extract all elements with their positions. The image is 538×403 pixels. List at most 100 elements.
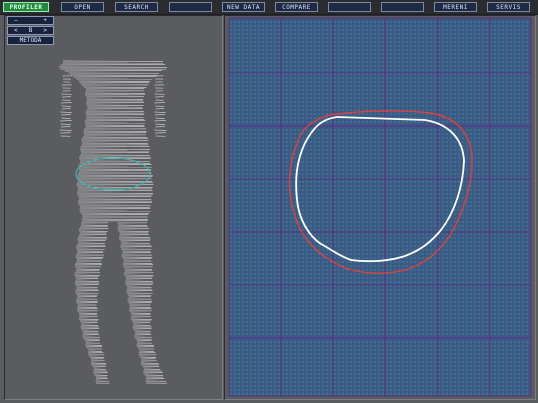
mesh-scanline	[126, 278, 153, 280]
mesh-scanline	[85, 102, 145, 104]
body-mesh	[58, 60, 168, 384]
metoda-button[interactable]: METODA	[7, 36, 54, 45]
mesh-scanline	[77, 174, 153, 176]
mesh-scanline	[78, 164, 152, 166]
mereni-button[interactable]: MERENI	[434, 2, 477, 12]
mesh-scanline	[126, 290, 153, 292]
mesh-scanline	[144, 374, 164, 376]
body-mesh-canvas	[58, 60, 168, 384]
mesh-scanline	[130, 312, 151, 314]
servis-button[interactable]: SERVIS	[487, 2, 530, 12]
mesh-scanline	[118, 230, 149, 232]
mesh-scanline	[81, 324, 98, 326]
mesh-scanline	[74, 274, 100, 276]
mesh-scanline	[75, 280, 99, 282]
prev-arrow-icon[interactable]: <	[14, 27, 18, 35]
mesh-scanline	[76, 246, 106, 248]
plus-button[interactable]: +	[43, 17, 47, 25]
mesh-scanline	[75, 256, 104, 258]
mesh-scanline	[123, 262, 153, 264]
mesh-scanline	[85, 340, 100, 342]
mesh-scanline	[82, 334, 100, 336]
mesh-scanline	[79, 208, 151, 210]
open-button[interactable]: OPEN	[61, 2, 104, 12]
mesh-scanline	[143, 372, 164, 374]
mesh-scanline	[121, 256, 153, 258]
search-button[interactable]: SEARCH	[115, 2, 158, 12]
mesh-scanline	[63, 60, 163, 62]
mesh-scanline	[134, 334, 152, 336]
mesh-scanline	[129, 306, 151, 308]
mesh-scanline	[119, 234, 149, 236]
new-data-button[interactable]: NEW DATA	[222, 2, 265, 12]
mesh-scanline	[61, 105, 71, 107]
mesh-scanline	[61, 108, 71, 110]
mesh-scanline	[84, 120, 146, 122]
mesh-scanline	[79, 230, 108, 232]
mesh-scanline	[133, 324, 151, 326]
mesh-scanline	[139, 350, 154, 352]
mesh-scanline	[85, 92, 145, 94]
mesh-scanline	[155, 105, 165, 107]
mesh-scanline	[125, 280, 153, 282]
mesh-scanline	[132, 328, 152, 330]
mesh-scanline	[145, 378, 165, 380]
mesh-scanline	[78, 168, 152, 170]
mesh-scanline	[82, 136, 148, 138]
mesh-scanline	[76, 192, 154, 194]
mesh-scanline	[59, 129, 72, 131]
mesh-scanline	[76, 302, 98, 304]
mesh-scanline	[136, 344, 154, 346]
mesh-scanline	[155, 114, 165, 116]
next-arrow-icon[interactable]: >	[43, 27, 47, 35]
menu-slot-empty-2[interactable]	[328, 2, 371, 12]
measurement-section-ring[interactable]	[75, 157, 151, 191]
compare-button[interactable]: COMPARE	[275, 2, 318, 12]
profiler-tab[interactable]: PROFILER	[3, 2, 49, 12]
mesh-scanline	[83, 130, 147, 132]
mesh-scanline	[123, 258, 152, 260]
mesh-scanline	[75, 262, 102, 264]
minus-button[interactable]: —	[14, 17, 18, 25]
mesh-scanline	[81, 224, 108, 226]
mesh-scanline	[77, 186, 153, 188]
zoom-stepper[interactable]: — +	[7, 16, 54, 25]
body-scan-viewport[interactable]	[4, 15, 223, 400]
mesh-scanline	[86, 114, 144, 116]
cross-section-viewport[interactable]	[224, 15, 536, 400]
mesh-scanline	[94, 374, 108, 376]
section-value: B	[28, 27, 33, 34]
mesh-scanline	[154, 129, 167, 131]
mesh-scanline	[76, 268, 100, 270]
mesh-scanline	[87, 108, 143, 110]
mesh-scanline	[78, 318, 99, 320]
mesh-scanline	[60, 111, 72, 113]
mesh-scanline	[124, 274, 154, 276]
mesh-scanline	[85, 346, 103, 348]
mesh-scanline	[143, 368, 160, 370]
mesh-scanline	[77, 296, 97, 298]
mesh-scanline	[86, 104, 144, 106]
mesh-scanline	[80, 146, 150, 148]
grid-dot-field	[229, 18, 531, 396]
mesh-scanline	[73, 76, 155, 78]
mesh-scanline	[155, 126, 166, 128]
mesh-scanline	[76, 252, 104, 254]
mesh-scanline	[86, 98, 144, 100]
mesh-scanline	[79, 148, 151, 150]
mesh-scanline	[155, 117, 165, 119]
mesh-scanline	[130, 318, 152, 320]
mesh-scanline	[78, 312, 98, 314]
section-selector[interactable]: < B >	[7, 26, 54, 35]
mesh-scanline	[85, 124, 145, 126]
mesh-scanline	[82, 214, 148, 216]
mesh-scanline	[154, 111, 166, 113]
mesh-scanline	[89, 356, 105, 358]
menu-slot-empty-1[interactable]	[169, 2, 212, 12]
mesh-scanline	[138, 352, 156, 354]
mesh-scanline	[125, 284, 153, 286]
mesh-scanline	[127, 300, 153, 302]
mesh-scanline	[124, 268, 152, 270]
menu-slot-empty-3[interactable]	[381, 2, 424, 12]
mesh-scanline	[118, 236, 151, 238]
